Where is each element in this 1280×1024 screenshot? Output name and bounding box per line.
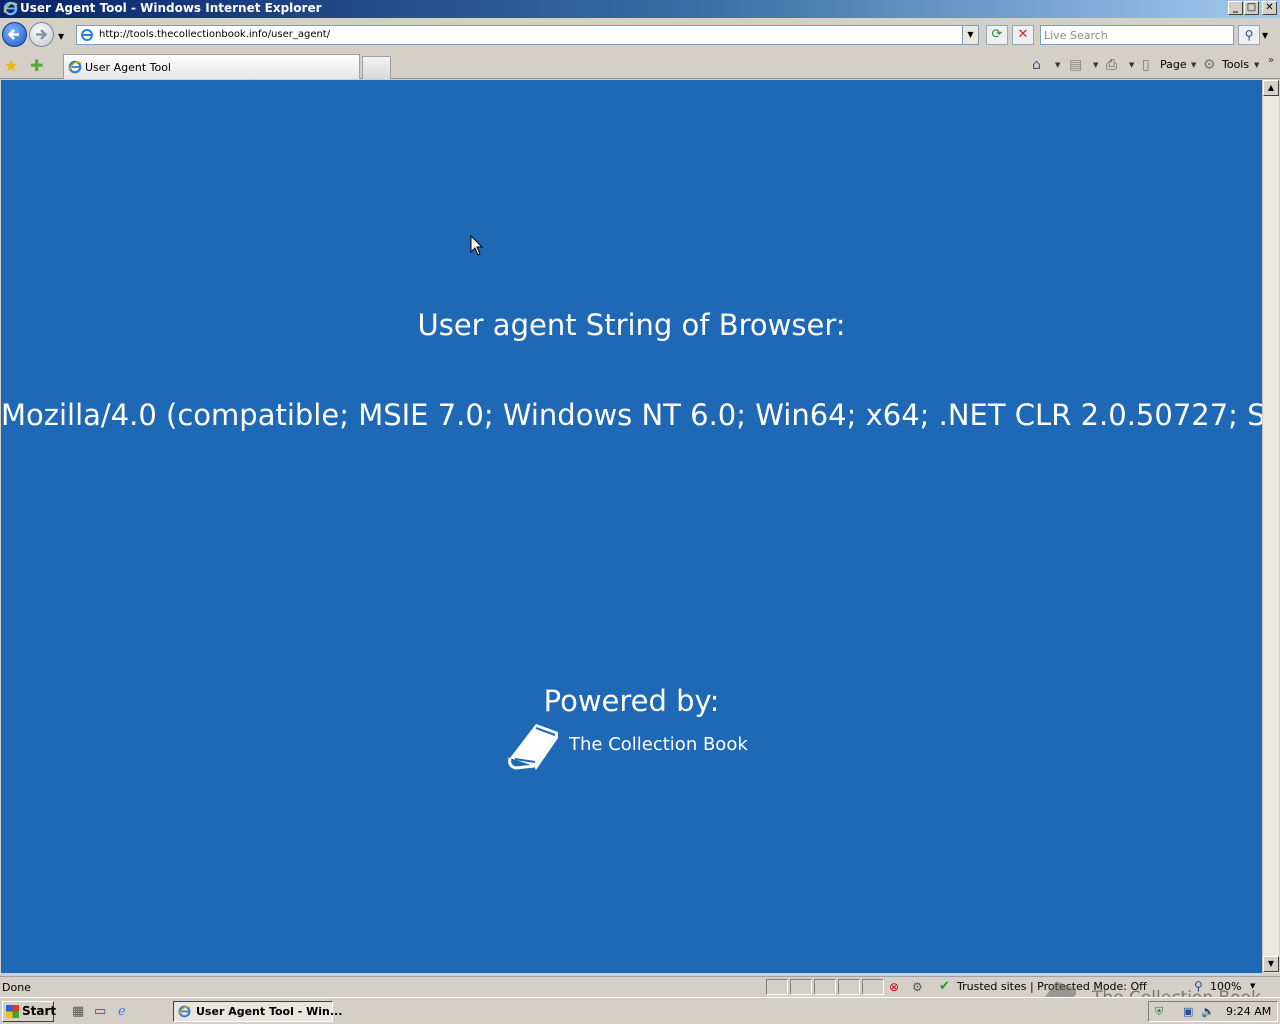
checkmark-icon: ✔ xyxy=(939,979,950,994)
home-dropdown-icon[interactable]: ▼ xyxy=(1055,61,1060,69)
volume-icon[interactable]: 🔈 xyxy=(1201,1005,1215,1018)
address-dropdown-icon[interactable]: ▼ xyxy=(962,26,978,44)
page-icon xyxy=(81,29,93,41)
recent-pages-dropdown-icon[interactable]: ▼ xyxy=(58,32,68,41)
mouse-cursor-icon xyxy=(470,235,484,256)
page-heading: User agent String of Browser: xyxy=(417,308,846,342)
ie-quicklaunch-icon[interactable]: ℯ xyxy=(118,1004,126,1019)
network-icon[interactable]: ▣ xyxy=(1183,1005,1193,1018)
book-logo-icon[interactable] xyxy=(506,720,560,770)
toolbar-overflow-icon[interactable]: » xyxy=(1268,55,1274,66)
system-tray: ⛨ ▣ 🔈 9:24 AM xyxy=(1148,1001,1278,1022)
favorites-star-icon[interactable]: ★ xyxy=(4,56,18,75)
clock[interactable]: 9:24 AM xyxy=(1226,1005,1271,1018)
add-favorites-icon[interactable]: ✚ xyxy=(30,56,43,75)
scroll-up-button[interactable]: ▲ xyxy=(1263,80,1279,96)
home-icon[interactable]: ⌂ xyxy=(1032,57,1041,73)
taskbar-item-label: User Agent Tool - Win... xyxy=(196,1005,343,1018)
close-button[interactable]: ✕ xyxy=(1262,1,1277,15)
user-agent-string: Mozilla/4.0 (compatible; MSIE 7.0; Windo… xyxy=(1,398,1262,432)
ie-page-icon xyxy=(68,60,82,74)
scroll-down-button[interactable]: ▼ xyxy=(1263,956,1279,972)
feeds-icon[interactable]: ▤ xyxy=(1069,57,1082,73)
stop-button[interactable]: ✕ xyxy=(1012,25,1034,45)
status-pane xyxy=(766,979,788,995)
maximize-button[interactable]: □ xyxy=(1244,1,1259,15)
start-label: Start xyxy=(22,1004,57,1018)
search-icon[interactable]: ⚲ xyxy=(1238,25,1260,45)
address-url: http://tools.thecollectionbook.info/user… xyxy=(99,29,331,40)
window-title-bar[interactable]: User Agent Tool - Windows Internet Explo… xyxy=(0,0,1280,18)
new-tab-button[interactable] xyxy=(362,56,391,79)
page-content: User agent String of Browser: Mozilla/4.… xyxy=(1,80,1262,973)
search-input[interactable]: Live Search xyxy=(1040,25,1234,45)
taskbar: Start ▦ ▭ ℯ User Agent Tool - Win... ⛨ ▣… xyxy=(0,997,1280,1024)
tray-security-icon[interactable]: ⛨ xyxy=(1155,1005,1163,1019)
page-dropdown-icon[interactable]: ▼ xyxy=(1191,61,1196,69)
start-button[interactable]: Start xyxy=(2,1001,57,1022)
status-pane xyxy=(862,979,884,995)
tab-label: User Agent Tool xyxy=(85,61,171,74)
tab-bar: ★ ✚ User Agent Tool ⌂ ▼ ▤ ▼ ⎙ ▼ ▯ Page ▼… xyxy=(0,53,1280,79)
tools-dropdown-icon[interactable]: ▼ xyxy=(1254,61,1259,69)
refresh-button[interactable]: ⟳ xyxy=(986,25,1008,45)
status-text: Done xyxy=(2,981,31,994)
powered-by-label: Powered by: xyxy=(543,684,720,718)
back-button[interactable] xyxy=(2,22,27,47)
gear-icon[interactable]: ⚙ xyxy=(1203,57,1216,73)
ie-logo-icon xyxy=(3,1,18,16)
window-title: User Agent Tool - Windows Internet Explo… xyxy=(20,1,322,15)
print-dropdown-icon[interactable]: ▼ xyxy=(1129,61,1134,69)
feeds-dropdown-icon[interactable]: ▼ xyxy=(1093,61,1098,69)
security-icon[interactable]: ⚙ xyxy=(912,980,923,994)
ie-task-icon xyxy=(178,1005,191,1018)
page-menu-button[interactable]: Page xyxy=(1160,58,1187,71)
status-pane xyxy=(814,979,836,995)
back-arrow-icon xyxy=(7,29,19,40)
page-menu-icon[interactable]: ▯ xyxy=(1142,57,1150,73)
search-options-dropdown-icon[interactable]: ▼ xyxy=(1262,31,1268,40)
tab-user-agent-tool[interactable]: User Agent Tool xyxy=(63,54,360,79)
forward-button[interactable] xyxy=(29,22,54,47)
show-desktop-icon[interactable]: ▭ xyxy=(94,1004,106,1019)
vertical-scrollbar[interactable]: ▲ ▼ xyxy=(1262,80,1279,973)
minimize-button[interactable]: _ xyxy=(1228,1,1243,15)
taskbar-item-ie[interactable]: User Agent Tool - Win... xyxy=(173,1001,342,1022)
forward-arrow-icon xyxy=(36,29,48,40)
address-field[interactable]: http://tools.thecollectionbook.info/user… xyxy=(76,25,979,45)
status-pane xyxy=(790,979,812,995)
status-pane xyxy=(838,979,860,995)
windows-logo-icon xyxy=(6,1005,19,1018)
server-manager-icon[interactable]: ▦ xyxy=(72,1004,84,1019)
brand-link[interactable]: The Collection Book xyxy=(569,734,748,755)
status-bar: Done ⊗ ⚙ ✔ Trusted sites | Protected Mod… xyxy=(0,976,1280,997)
address-bar-row: ▼ http://tools.thecollectionbook.info/us… xyxy=(0,18,1280,53)
print-icon[interactable]: ⎙ xyxy=(1106,57,1117,73)
popup-blocker-icon[interactable]: ⊗ xyxy=(889,980,899,994)
tools-menu-button[interactable]: Tools xyxy=(1222,58,1249,71)
